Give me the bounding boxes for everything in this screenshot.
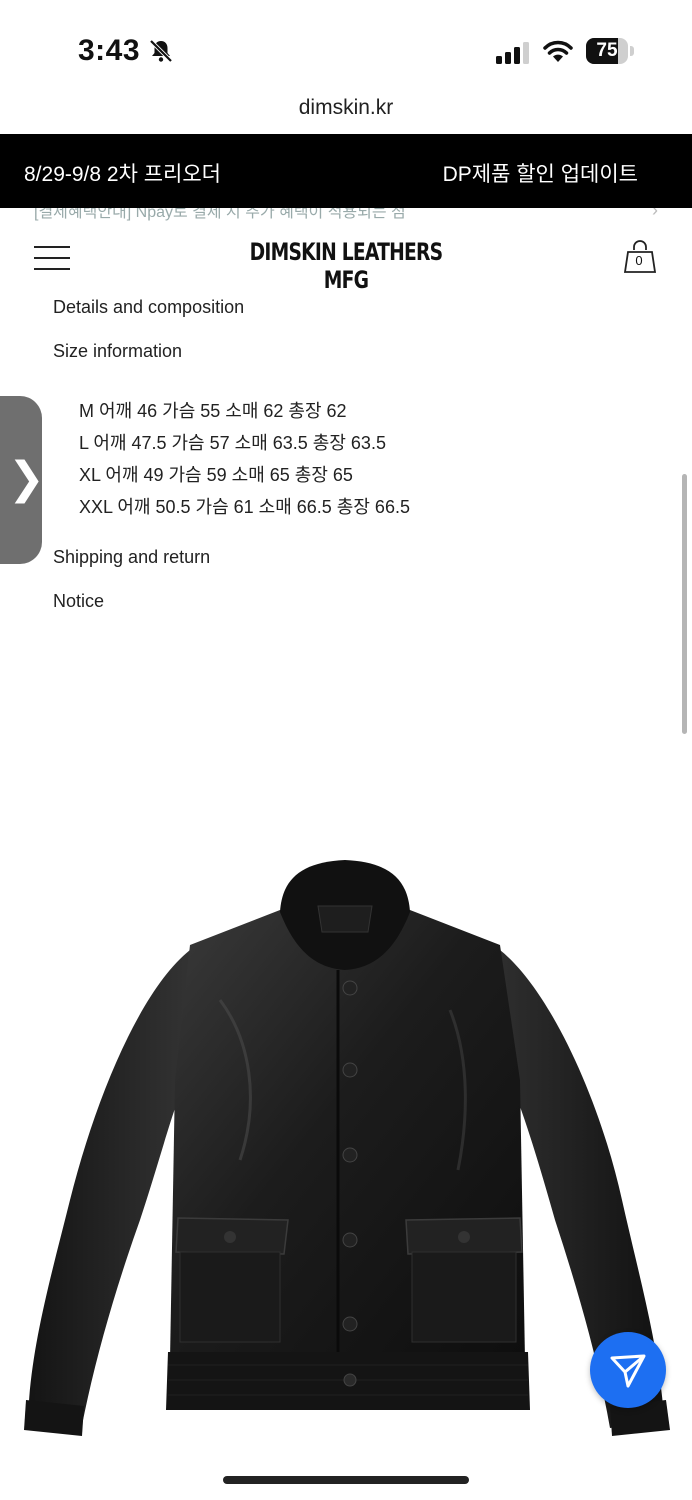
shopping-bag-icon[interactable]: 0 bbox=[622, 238, 658, 274]
size-row-l: L 어깨 47.5 가슴 57 소매 63.5 총장 63.5 bbox=[79, 433, 386, 453]
battery-icon: 75 bbox=[586, 38, 634, 64]
notice-ticker[interactable]: [결제혜택안내] Npay로 결제 시 추가 혜택이 적용되는 점 › bbox=[0, 208, 692, 222]
browser-url[interactable]: dimskin.kr bbox=[0, 90, 692, 134]
cart-count: 0 bbox=[635, 253, 643, 268]
size-row-xl: XL 어깨 49 가슴 59 소매 65 총장 65 bbox=[79, 465, 353, 485]
promo-discount-text[interactable]: DP제품 할인 업데이트 bbox=[443, 158, 638, 188]
size-row-m: M 어깨 46 가슴 55 소매 62 총장 62 bbox=[79, 401, 347, 421]
product-jacket-image bbox=[24, 860, 670, 1436]
cellular-signal-icon bbox=[496, 42, 529, 64]
battery-percent: 75 bbox=[596, 40, 618, 61]
site-logo[interactable]: DIMSKIN LEATHERS MFG bbox=[232, 238, 460, 294]
status-bar: 3:43 75 bbox=[0, 0, 692, 90]
chevron-right-icon: › bbox=[652, 208, 658, 220]
accordion-notice[interactable]: Notice bbox=[53, 591, 104, 612]
hamburger-menu-icon[interactable] bbox=[34, 246, 72, 272]
accordion-size-info[interactable]: Size information bbox=[53, 341, 182, 362]
bell-slash-icon bbox=[149, 39, 173, 63]
home-indicator[interactable] bbox=[223, 1476, 469, 1484]
scrollbar[interactable] bbox=[682, 474, 687, 734]
chevron-right-icon: ❯ bbox=[8, 453, 45, 504]
promo-preorder-text[interactable]: 8/29-9/8 2차 프리오더 bbox=[24, 158, 221, 188]
paper-plane-icon bbox=[610, 1354, 646, 1388]
wifi-icon bbox=[543, 40, 573, 62]
status-time: 3:43 bbox=[78, 34, 141, 67]
promo-banner[interactable]: 8/29-9/8 2차 프리오더 DP제품 할인 업데이트 bbox=[0, 134, 692, 208]
accordion-shipping[interactable]: Shipping and return bbox=[53, 547, 210, 568]
accordion-details[interactable]: Details and composition bbox=[53, 297, 244, 318]
floating-share-button[interactable] bbox=[590, 1332, 666, 1408]
side-panel-toggle[interactable]: ❯ bbox=[0, 396, 45, 564]
ticker-text: [결제혜택안내] Npay로 결제 시 추가 혜택이 적용되는 점 bbox=[34, 208, 406, 221]
site-header: DIMSKIN LEATHERS MFG 0 bbox=[0, 222, 692, 294]
size-row-xxl: XXL 어깨 50.5 가슴 61 소매 66.5 총장 66.5 bbox=[79, 497, 410, 517]
